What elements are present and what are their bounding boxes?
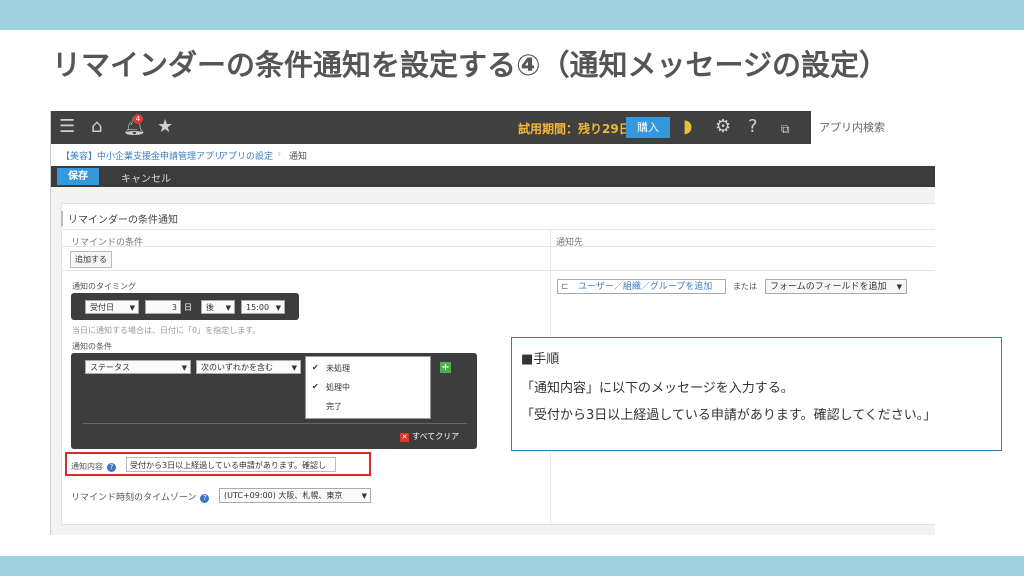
form-field-select[interactable]: フォームのフィールドを追加 ▼	[765, 279, 907, 294]
org-chart-icon: ⊏	[561, 282, 569, 292]
notify-target-input[interactable]: ⊏ ユーザー／組織／グループを追加	[557, 279, 726, 294]
clear-all-button[interactable]: ✕ すべてクリア	[400, 431, 459, 442]
home-icon[interactable]: ⌂	[91, 117, 102, 137]
gear-icon[interactable]: ⚙	[715, 117, 731, 137]
breadcrumb-app-settings[interactable]: アプリの設定	[219, 149, 273, 162]
help-icon[interactable]: ?	[200, 494, 210, 503]
callout-line-1: 「通知内容」に以下のメッセージを入力する。	[521, 381, 794, 396]
status-option-list: ✔ 未処理 ✔ 処理中 完了	[305, 356, 431, 419]
breadcrumb-current: 通知	[289, 152, 308, 162]
or-text: または	[733, 282, 757, 291]
instruction-callout: ■手順 「通知内容」に以下のメッセージを入力する。 「受付から3日以上経過してい…	[511, 337, 1002, 451]
divider	[61, 270, 935, 271]
timezone-select[interactable]: (UTC+09:00) 大阪、札幌、東京 ▼	[219, 488, 371, 503]
check-icon: ✔	[312, 363, 319, 372]
timezone-label: リマインド時刻のタイムゾーン?	[71, 490, 210, 503]
timing-time-select[interactable]: 15:00 ▼	[241, 300, 285, 314]
divider	[61, 229, 935, 230]
app-search-input[interactable]: アプリ内検索	[811, 111, 935, 144]
timing-direction-select[interactable]: 後 ▼	[201, 300, 235, 314]
star-icon[interactable]: ★	[157, 117, 173, 137]
timing-unit-label: 日	[184, 303, 192, 312]
timing-days-input[interactable]: 3	[145, 300, 181, 314]
slide-title: リマインダーの条件通知を設定する④（通知メッセージの設定）	[52, 48, 888, 82]
timing-field-select[interactable]: 受付日 ▼	[85, 300, 139, 314]
callout-line-2: 「受付から3日以上経過している申請があります。確認してください。」	[521, 408, 937, 423]
beginner-icon[interactable]: ◗	[683, 117, 692, 137]
close-icon: ✕	[400, 433, 409, 442]
status-option[interactable]: 完了	[326, 401, 342, 412]
action-bar: 保存 キャンセル	[51, 166, 935, 187]
status-option[interactable]: 処理中	[326, 382, 350, 393]
condition-operator-select[interactable]: 次のいずれかを含む ▼	[196, 360, 301, 374]
divider	[83, 423, 467, 424]
bottom-band	[0, 556, 1024, 576]
condition-field-select[interactable]: ステータス ▼	[85, 360, 191, 374]
timing-hint: 当日に通知する場合は、日付に「0」を指定します。	[72, 326, 261, 335]
callout-heading: ■手順	[521, 352, 560, 367]
trial-period-text: 試用期間：残り29日	[518, 122, 631, 136]
add-condition-plus-icon[interactable]: +	[440, 362, 451, 373]
global-header: ☰ ⌂ 🔔︎ 4 ★ 試用期間：残り29日 購入 ◗ ⚙ ? ⧉ アプリ内検索	[51, 111, 935, 144]
save-button[interactable]: 保存	[57, 168, 99, 185]
menu-icon[interactable]: ☰	[59, 117, 75, 137]
check-icon: ✔	[312, 382, 319, 391]
plugin-icon[interactable]: ⧉	[781, 119, 790, 139]
timing-label: 通知のタイミング	[72, 282, 136, 291]
top-band	[0, 0, 1024, 30]
add-condition-button[interactable]: 追加する	[70, 251, 112, 268]
notification-badge: 4	[133, 114, 143, 124]
highlight-frame	[65, 452, 371, 476]
section-title: リマインダーの条件通知	[61, 211, 178, 226]
cancel-button[interactable]: キャンセル	[121, 170, 171, 185]
app-screenshot: ☰ ⌂ 🔔︎ 4 ★ 試用期間：残り29日 購入 ◗ ⚙ ? ⧉ アプリ内検索 …	[50, 111, 935, 535]
buy-button[interactable]: 購入	[626, 117, 670, 138]
breadcrumb-app[interactable]: 【美容】中小企業支援金申請管理アプリ	[61, 149, 223, 162]
chevron-right-icon: ›	[277, 147, 282, 160]
help-icon[interactable]: ?	[748, 117, 758, 137]
chevron-right-icon: ›	[207, 147, 212, 160]
breadcrumb: 【美容】中小企業支援金申請管理アプリ › アプリの設定 › 通知	[51, 144, 935, 167]
condition-label: 通知の条件	[72, 342, 112, 351]
divider	[61, 246, 935, 247]
status-option[interactable]: 未処理	[326, 363, 350, 374]
